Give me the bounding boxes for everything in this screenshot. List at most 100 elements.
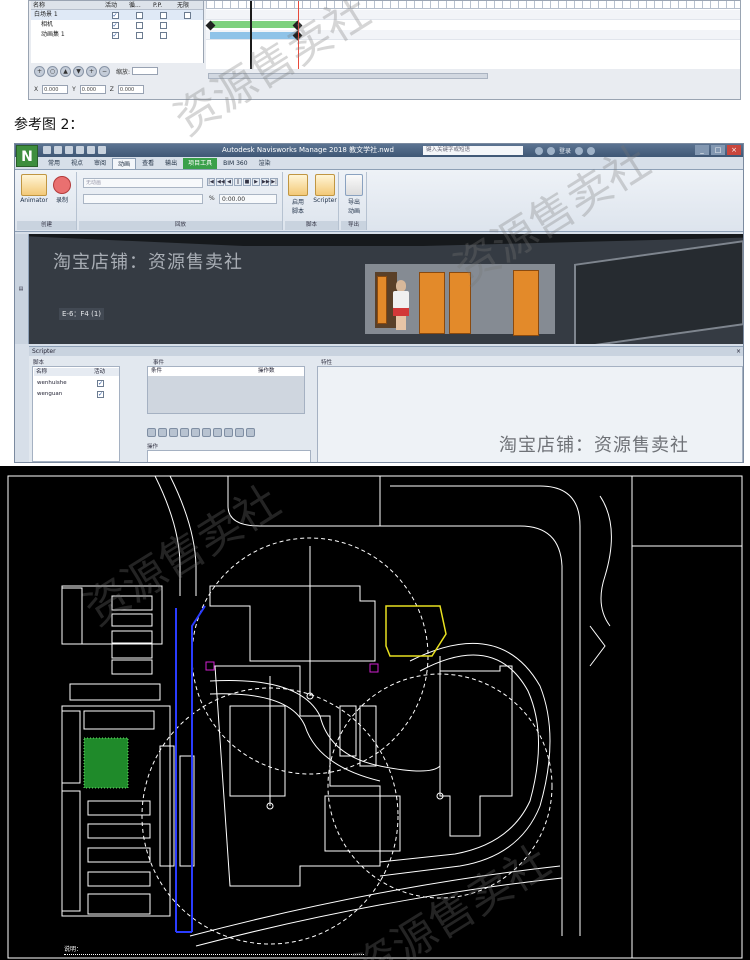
search-input[interactable]: 键入关键字或短语: [423, 146, 523, 155]
stop-icon[interactable]: ■: [243, 178, 251, 186]
start-event-icon[interactable]: [158, 428, 167, 437]
tab-view[interactable]: 查看: [137, 158, 159, 169]
step-forward-icon[interactable]: ▶▶: [261, 178, 270, 186]
move-down-icon[interactable]: [235, 428, 244, 437]
scripts-list[interactable]: 名称 活动 wenhuishe ✓ wenguan ✓: [32, 366, 120, 462]
variable-event-icon[interactable]: [202, 428, 211, 437]
delete-icon[interactable]: [246, 428, 255, 437]
events-list[interactable]: 条件 操作数: [147, 366, 305, 414]
loop-checkbox[interactable]: [135, 21, 143, 29]
search-icon[interactable]: [535, 146, 543, 155]
step-back-icon[interactable]: ◀◀: [216, 178, 225, 186]
maximize-button[interactable]: □: [711, 145, 725, 155]
building-block: [111, 595, 153, 611]
collision-event-icon[interactable]: [180, 428, 189, 437]
record-button[interactable]: 录制: [47, 174, 77, 204]
time-field[interactable]: 0:00.00: [219, 194, 277, 204]
timeline-scrollbar[interactable]: [208, 73, 488, 79]
user-icon[interactable]: [547, 146, 555, 155]
scene-row[interactable]: 相机 ✓: [31, 20, 203, 30]
y-field[interactable]: 0.000: [79, 84, 106, 94]
down-icon[interactable]: ▼: [73, 65, 84, 77]
add-icon[interactable]: +: [34, 65, 45, 77]
exchange-icon[interactable]: [575, 146, 584, 155]
up-icon[interactable]: ▲: [60, 65, 71, 77]
keyframe-bar-camera[interactable]: [210, 21, 298, 28]
tab-output[interactable]: 输出: [160, 158, 182, 169]
minimize-button[interactable]: _: [695, 145, 709, 155]
script-active-checkbox[interactable]: ✓: [97, 390, 104, 398]
tab-animation[interactable]: 动画: [112, 158, 137, 169]
rewind-icon[interactable]: |◀: [207, 178, 215, 186]
cad-note-title: 说明：: [64, 946, 83, 953]
export-animation-button[interactable]: 导出 动画: [341, 174, 367, 215]
scene-row[interactable]: 白场景 1 ✓: [31, 10, 203, 20]
play-reverse-icon[interactable]: ◀: [225, 178, 233, 186]
marker: [369, 663, 379, 673]
timer-event-icon[interactable]: [147, 428, 156, 437]
list-item[interactable]: wenhuishe ✓: [37, 378, 119, 388]
pp-checkbox[interactable]: [159, 11, 167, 19]
tab-item-tools[interactable]: 项目工具: [183, 158, 218, 169]
active-checkbox[interactable]: ✓: [111, 31, 119, 39]
export-icon: [345, 174, 363, 196]
play-icon[interactable]: ▶: [252, 178, 260, 186]
z-field[interactable]: 0.000: [117, 84, 144, 94]
zoom-out-icon[interactable]: −: [99, 65, 110, 77]
tab-home[interactable]: 常用: [43, 158, 65, 169]
zoom-in-icon[interactable]: +: [86, 65, 97, 77]
scene-row[interactable]: 动画集 1 ✓: [31, 30, 203, 40]
open-icon[interactable]: [54, 146, 62, 154]
animator-timeline[interactable]: [205, 1, 740, 69]
login-link[interactable]: 登录: [559, 146, 571, 155]
new-icon[interactable]: [43, 146, 51, 154]
infinite-checkbox[interactable]: [183, 11, 191, 19]
scripter-button[interactable]: Scripter: [312, 174, 338, 204]
list-item[interactable]: wenguan ✓: [37, 389, 119, 399]
tab-render[interactable]: 渲染: [254, 158, 276, 169]
viewport-ceiling: [29, 234, 743, 246]
tab-review[interactable]: 审阅: [89, 158, 111, 169]
close-button[interactable]: ×: [727, 145, 741, 155]
print-icon[interactable]: [76, 146, 84, 154]
redo-icon[interactable]: [98, 146, 106, 154]
animator-button[interactable]: Animator: [17, 174, 51, 204]
script-active-checkbox[interactable]: ✓: [97, 379, 104, 387]
animation-select[interactable]: 无动画: [83, 178, 203, 188]
parking-lot: [159, 745, 175, 867]
active-checkbox[interactable]: ✓: [111, 11, 119, 19]
side-panel-tab[interactable]: ▤: [15, 234, 29, 344]
pause-icon[interactable]: ∥: [234, 178, 242, 186]
pp-checkbox[interactable]: [159, 21, 167, 29]
active-checkbox[interactable]: ✓: [111, 21, 119, 29]
loop-checkbox[interactable]: [135, 31, 143, 39]
enable-script-button[interactable]: 启用 脚本: [285, 174, 311, 215]
animation-event-icon[interactable]: [213, 428, 222, 437]
loop-checkbox[interactable]: [135, 11, 143, 19]
move-up-icon[interactable]: [224, 428, 233, 437]
animator-coords: X 0.000 Y 0.000 Z 0.000: [31, 83, 191, 95]
x-field[interactable]: 0.000: [42, 84, 69, 94]
keyframe-bar-animset[interactable]: [210, 32, 298, 39]
pp-checkbox[interactable]: [159, 31, 167, 39]
end-icon[interactable]: ▶|: [270, 178, 278, 186]
hotspot-event-icon[interactable]: [191, 428, 200, 437]
capture-icon[interactable]: ○: [47, 65, 58, 77]
tab-viewpoint[interactable]: 视点: [66, 158, 88, 169]
end-marker[interactable]: [298, 1, 299, 69]
key-event-icon[interactable]: [169, 428, 178, 437]
close-icon[interactable]: ×: [736, 347, 741, 356]
save-icon[interactable]: [65, 146, 73, 154]
actions-list[interactable]: [147, 450, 311, 462]
help-icon[interactable]: [587, 146, 596, 155]
app-logo[interactable]: N: [16, 145, 38, 167]
time-cursor[interactable]: [250, 1, 252, 69]
animation-field[interactable]: [83, 194, 203, 204]
events-label: 事件: [153, 360, 165, 366]
undo-icon[interactable]: [87, 146, 95, 154]
zoom-input[interactable]: [132, 67, 159, 75]
timeline-ruler[interactable]: [206, 1, 740, 9]
scene-row-label: 相机: [41, 21, 54, 28]
tab-bim360[interactable]: BIM 360: [218, 158, 252, 169]
3d-viewport[interactable]: 淘宝店铺：资源售卖社 E-6：F4 (1): [29, 234, 743, 344]
